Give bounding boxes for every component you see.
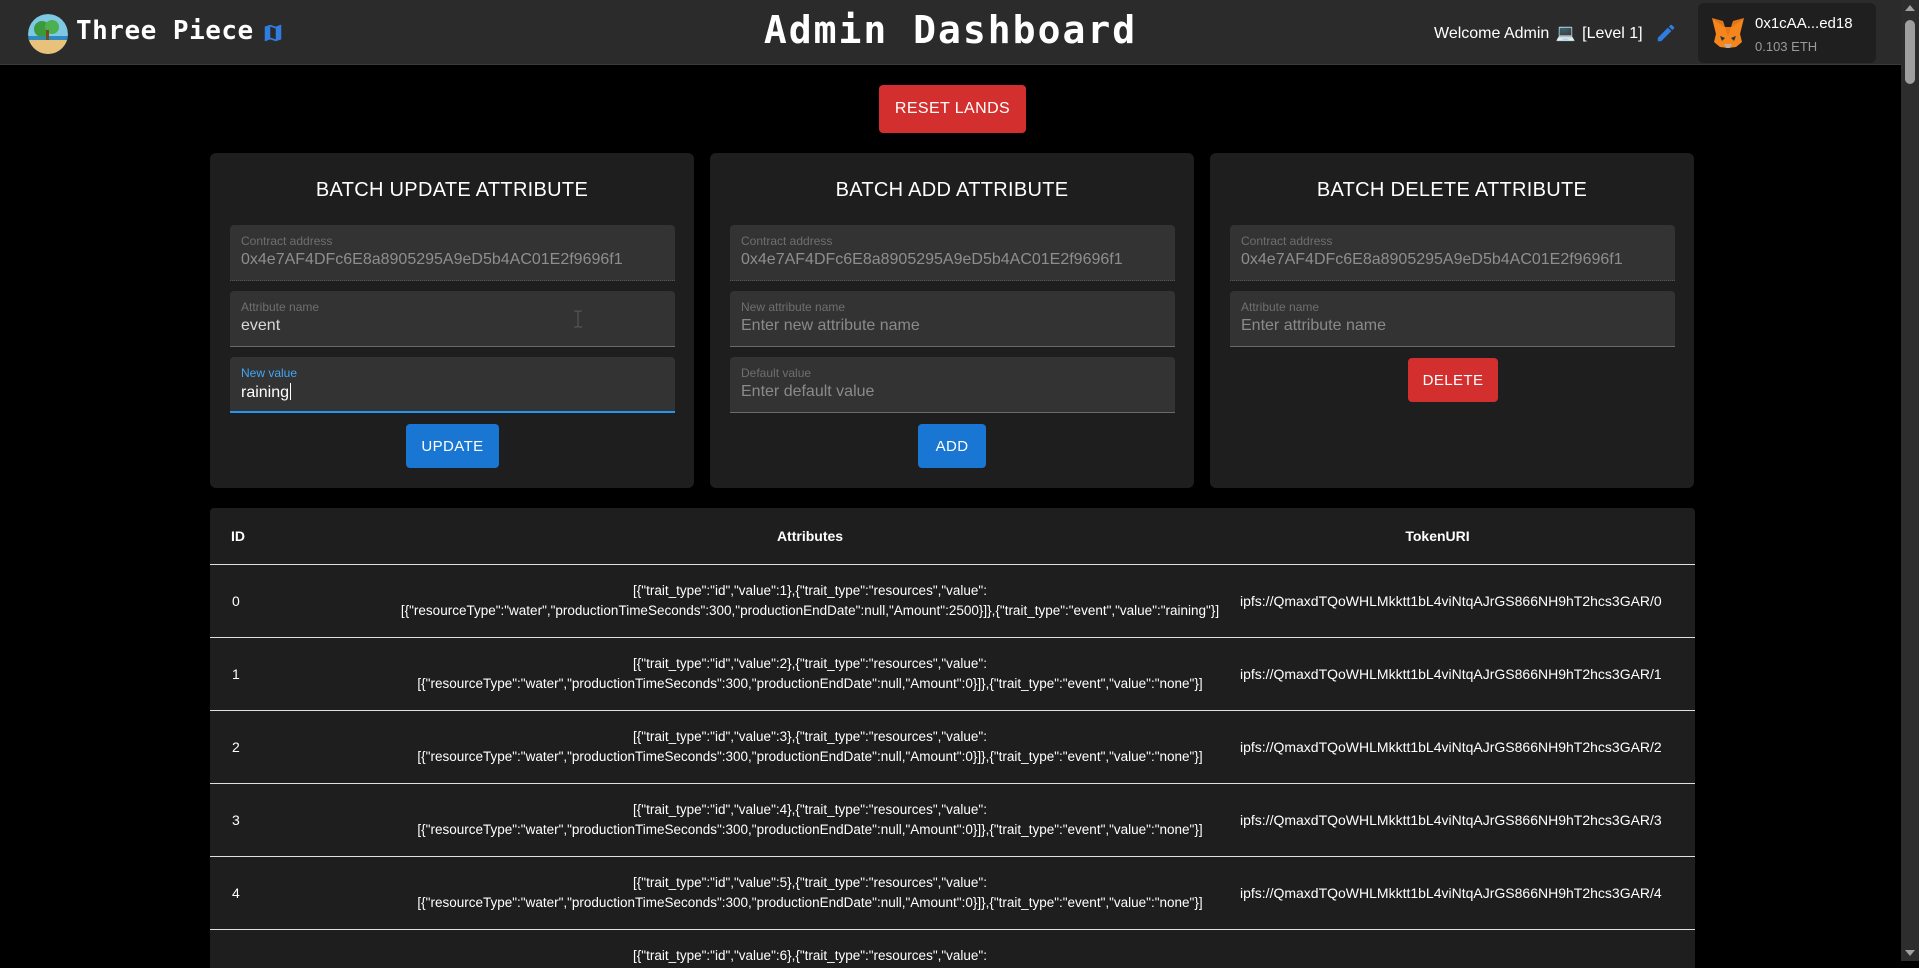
reset-lands-button[interactable]: RESET LANDS (879, 85, 1026, 133)
attr-line: [{"trait_type":"id","value":3},{"trait_t… (633, 729, 987, 744)
cell-id: 2 (232, 739, 240, 755)
welcome-text: Welcome Admin 💻 [Level 1] (1434, 23, 1643, 43)
field-label: Contract address (241, 234, 333, 248)
scroll-down-arrow-icon[interactable] (1905, 950, 1915, 956)
field-placeholder: Enter new attribute name (741, 317, 920, 334)
attr-line: [{"resourceType":"water","productionTime… (417, 822, 1203, 837)
attr-line: [{"trait_type":"id","value":1},{"trait_t… (633, 583, 987, 598)
attr-line: [{"trait_type":"id","value":2},{"trait_t… (633, 656, 987, 671)
scroll-up-arrow-icon[interactable] (1905, 5, 1915, 11)
field-value: 0x4e7AF4DFc6E8a8905295A9eD5b4AC01E2f9696… (1241, 251, 1623, 268)
cell-attributes: [{"trait_type":"id","value":6},{"trait_t… (240, 946, 1380, 966)
update-button[interactable]: UPDATE (406, 424, 499, 468)
table-header: ID Attributes TokenURI (210, 508, 1695, 565)
batch-update-title: BATCH UPDATE ATTRIBUTE (315, 179, 589, 201)
cell-token-uri: ipfs://QmaxdTQoWHLMkktt1bL4viNtqAJrGS866… (1240, 739, 1662, 755)
attr-line: [{"trait_type":"id","value":4},{"trait_t… (633, 802, 987, 817)
field-placeholder: Enter default value (741, 383, 875, 400)
cell-attributes: [{"trait_type":"id","value":2},{"trait_t… (240, 654, 1380, 694)
field-value: 0x4e7AF4DFc6E8a8905295A9eD5b4AC01E2f9696… (241, 251, 623, 268)
wallet-account-button[interactable]: 0x1cAA...ed18 0.103 ETH (1698, 3, 1876, 63)
attr-line: [{"trait_type":"id","value":5},{"trait_t… (633, 875, 987, 890)
table-row[interactable]: 0 [{"trait_type":"id","value":1},{"trait… (210, 565, 1695, 638)
wallet-balance: 0.103 ETH (1755, 39, 1818, 54)
delete-attribute-name-input[interactable]: Attribute name Enter attribute name (1230, 291, 1675, 347)
table-row[interactable]: 2 [{"trait_type":"id","value":3},{"trait… (210, 711, 1695, 784)
table-row[interactable]: 1 [{"trait_type":"id","value":2},{"trait… (210, 638, 1695, 711)
attr-line: [{"resourceType":"water","productionTime… (417, 676, 1203, 691)
update-contract-address-field: Contract address 0x4e7AF4DFc6E8a8905295A… (230, 225, 675, 281)
welcome-label: Welcome Admin (1434, 25, 1550, 42)
cell-token-uri: ipfs://QmaxdTQoWHLMkktt1bL4viNtqAJrGS866… (1240, 885, 1662, 901)
batch-delete-panel: BATCH DELETE ATTRIBUTE Contract address … (1210, 153, 1694, 488)
column-header-token-uri: TokenURI (1405, 528, 1470, 544)
attr-line: [{"resourceType":"water","productionTime… (417, 749, 1203, 764)
cell-token-uri: ipfs://QmaxdTQoWHLMkktt1bL4viNtqAJrGS866… (1240, 812, 1662, 828)
scroll-thumb[interactable] (1905, 20, 1915, 84)
batch-delete-title: BATCH DELETE ATTRIBUTE (1316, 179, 1588, 201)
attr-line: [{"trait_type":"id","value":6},{"trait_t… (633, 948, 987, 963)
table-row[interactable]: 4 [{"trait_type":"id","value":5},{"trait… (210, 857, 1695, 930)
table-row[interactable]: 3 [{"trait_type":"id","value":4},{"trait… (210, 784, 1695, 857)
cell-id: 0 (232, 593, 240, 609)
field-label: Contract address (741, 234, 833, 248)
cell-attributes: [{"trait_type":"id","value":4},{"trait_t… (240, 800, 1380, 840)
batch-add-panel: BATCH ADD ATTRIBUTE Contract address 0x4… (710, 153, 1194, 488)
attr-line: [{"resourceType":"water","productionTime… (417, 895, 1203, 910)
add-contract-address-field: Contract address 0x4e7AF4DFc6E8a8905295A… (730, 225, 1175, 281)
field-label: Contract address (1241, 234, 1333, 248)
cell-token-uri: ipfs://QmaxdTQoWHLMkktt1bL4viNtqAJrGS866… (1240, 666, 1662, 682)
cell-attributes: [{"trait_type":"id","value":5},{"trait_t… (240, 873, 1380, 913)
cell-id: 3 (232, 812, 240, 828)
metamask-fox-icon (1710, 16, 1746, 50)
cell-id: 1 (232, 666, 240, 682)
tokens-table: ID Attributes TokenURI 0 [{"trait_type":… (210, 508, 1695, 968)
wallet-address: 0x1cAA...ed18 (1755, 15, 1853, 32)
delete-contract-address-field: Contract address 0x4e7AF4DFc6E8a8905295A… (1230, 225, 1675, 281)
field-label: Attribute name (241, 300, 320, 314)
batch-update-panel: BATCH UPDATE ATTRIBUTE Contract address … (210, 153, 694, 488)
text-cursor-icon (573, 310, 583, 328)
field-placeholder: Enter attribute name (1241, 317, 1386, 334)
input-text: raining (241, 384, 290, 401)
update-attribute-name-input[interactable]: Attribute name event (230, 291, 675, 347)
field-label: New attribute name (741, 300, 846, 314)
attr-line: [{"resourceType":"water","productionTime… (400, 603, 1220, 618)
field-value: raining (241, 383, 292, 402)
add-default-value-input[interactable]: Default value Enter default value (730, 357, 1175, 413)
add-button[interactable]: ADD (918, 424, 986, 468)
edit-pencil-icon[interactable] (1655, 22, 1677, 44)
update-new-value-input[interactable]: New value raining (230, 357, 675, 413)
page-scrollbar[interactable] (1901, 0, 1919, 961)
cell-attributes: [{"trait_type":"id","value":1},{"trait_t… (240, 581, 1380, 621)
cell-id: 4 (232, 885, 240, 901)
add-new-attribute-name-input[interactable]: New attribute name Enter new attribute n… (730, 291, 1175, 347)
table-row[interactable]: [{"trait_type":"id","value":6},{"trait_t… (210, 930, 1695, 968)
field-value: event (241, 317, 281, 334)
column-header-attributes: Attributes (776, 528, 844, 544)
field-value: 0x4e7AF4DFc6E8a8905295A9eD5b4AC01E2f9696… (741, 251, 1123, 268)
top-app-bar: Three Piece Admin Dashboard Welcome Admi… (0, 0, 1901, 65)
field-label: Default value (741, 366, 812, 380)
field-label: Attribute name (1241, 300, 1320, 314)
laptop-icon: 💻 (1555, 25, 1576, 42)
cell-token-uri: ipfs://QmaxdTQoWHLMkktt1bL4viNtqAJrGS866… (1240, 593, 1662, 609)
text-caret (290, 383, 292, 400)
user-level: [Level 1] (1582, 25, 1643, 42)
delete-button[interactable]: DELETE (1408, 358, 1498, 402)
batch-add-title: BATCH ADD ATTRIBUTE (835, 179, 1069, 201)
field-label: New value (241, 366, 298, 380)
cell-attributes: [{"trait_type":"id","value":3},{"trait_t… (240, 727, 1380, 767)
